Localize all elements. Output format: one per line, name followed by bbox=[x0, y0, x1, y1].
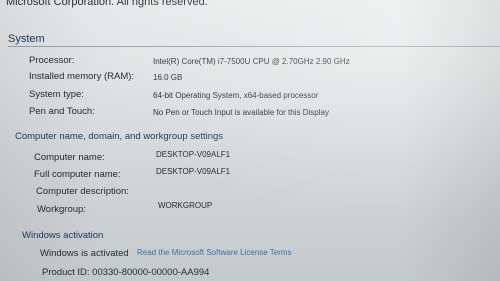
installed-memory-value: 16.0 GB bbox=[153, 73, 183, 82]
computer-description-label: Computer description: bbox=[36, 186, 129, 197]
workgroup-value: WORKGROUP bbox=[158, 201, 213, 210]
full-computer-name-label: Full computer name: bbox=[34, 169, 121, 180]
pen-and-touch-label: Pen and Touch: bbox=[29, 106, 95, 117]
system-section-divider bbox=[8, 46, 500, 47]
workgroup-label: Workgroup: bbox=[37, 204, 86, 215]
full-computer-name-value: DESKTOP-V09ALF1 bbox=[156, 167, 231, 176]
product-id: Product ID: 00330-80000-00000-AA994 bbox=[42, 267, 210, 278]
computer-name-value: DESKTOP-V09ALF1 bbox=[156, 150, 231, 159]
pen-and-touch-value: No Pen or Touch Input is available for t… bbox=[153, 108, 329, 117]
system-properties-screen: Microsoft Corporation. All rights reserv… bbox=[0, 0, 500, 281]
processor-value: Intel(R) Core(TM) i7-7500U CPU @ 2.70GHz… bbox=[153, 57, 350, 66]
system-type-value: 64-bit Operating System, x64-based proce… bbox=[153, 91, 319, 100]
windows-activation-title: Windows activation bbox=[22, 230, 104, 241]
system-section-title: System bbox=[8, 33, 45, 45]
computer-settings-title: Computer name, domain, and workgroup set… bbox=[15, 131, 224, 142]
installed-memory-label: Installed memory (RAM): bbox=[29, 71, 135, 82]
license-terms-link[interactable]: Read the Microsoft Software License Term… bbox=[137, 248, 292, 257]
copyright-text: Microsoft Corporation. All rights reserv… bbox=[6, 0, 208, 8]
windows-activated-status: Windows is activated bbox=[40, 248, 129, 259]
processor-label: Processor: bbox=[29, 55, 75, 66]
system-type-label: System type: bbox=[29, 89, 84, 100]
computer-name-label: Computer name: bbox=[34, 152, 105, 163]
